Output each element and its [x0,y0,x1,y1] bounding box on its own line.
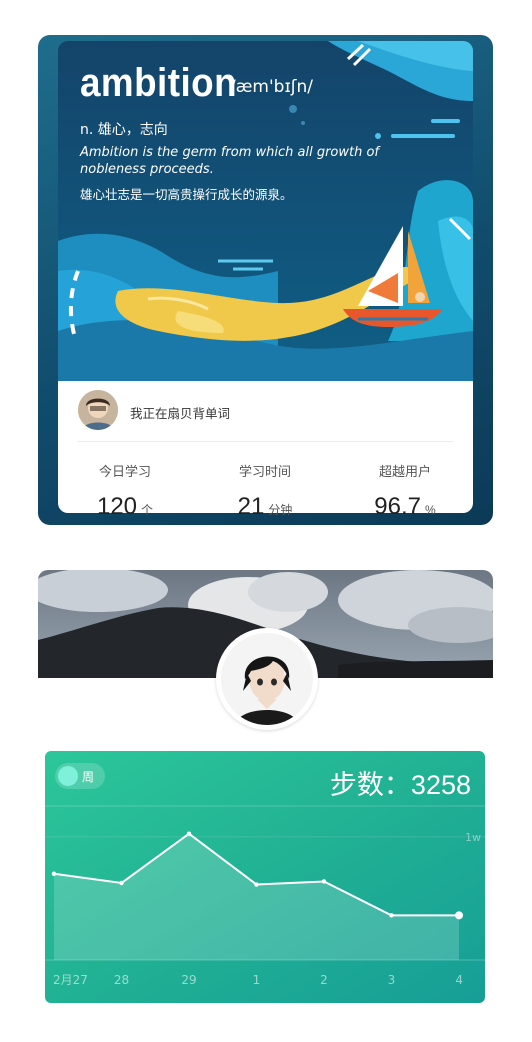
avatar[interactable] [78,390,118,430]
x-tick-label: 2 [320,973,328,987]
stat-value: 120 [96,493,138,520]
profile-avatar-image [221,633,313,725]
stat-today-words: 今日学习 120 个 [65,461,185,521]
stat-unit: 个 [141,503,154,517]
user-avatar-image [78,390,118,430]
stat-unit: 分钟 [268,503,293,517]
phonetic: /æm'bɪʃn/ [230,77,313,97]
x-tick-label: 4 [455,973,463,987]
steps-area [54,833,459,960]
x-tick-label: 1 [253,973,261,987]
steps-chart-card: 周 步数：3258 1w 2月27 28 29 1 2 3 4 [45,751,485,1003]
stat-label: 学习时间 [238,465,291,480]
data-point-3[interactable] [389,913,394,918]
example-sentence-en: Ambition is the germ from which all grow… [80,145,380,177]
data-point-29[interactable] [186,831,192,836]
stat-value-row: 120 个 [65,493,185,521]
data-point-2[interactable] [321,879,327,884]
illustration: ambition /æm'bɪʃn/ n. 雄心，志向 Ambition is … [58,41,473,381]
data-point-2月27[interactable] [51,871,57,876]
right-axis-label: 1w [465,831,481,844]
divider [78,441,453,442]
stat-unit: % [425,503,436,517]
vocab-share-card: ambition /æm'bɪʃn/ n. 雄心，志向 Ambition is … [38,35,493,525]
profile-avatar[interactable] [216,628,318,730]
share-text: 我正在扇贝背单词 [130,406,231,421]
data-point-4[interactable] [455,911,463,920]
x-tick-label: 28 [114,973,129,987]
stat-label: 今日学习 [98,465,151,480]
stat-value: 96.7 [374,493,422,520]
data-point-28[interactable] [119,880,124,886]
stat-value-row: 21 分钟 [205,493,325,521]
example-sentence-cn: 雄心壮志是一切高贵操行成长的源泉。 [80,187,293,202]
stat-label: 超越用户 [378,465,431,480]
x-tick-label: 2月27 [53,973,88,987]
word-title: ambition [80,61,238,105]
x-tick-label: 29 [181,973,196,987]
data-point-1[interactable] [254,882,259,887]
stats-panel: 我正在扇贝背单词 今日学习 120 个 学习时间 21 分钟 超越用户 96.7% [58,381,473,520]
stat-value-row: 96.7% [345,493,465,521]
stat-beat-users: 超越用户 96.7% [345,461,465,521]
stat-study-time: 学习时间 21 分钟 [205,461,325,521]
x-tick-label: 3 [388,973,396,987]
definition: n. 雄心，志向 [80,122,168,138]
steps-line-chart: 1w 2月27 28 29 1 2 3 4 [45,805,485,987]
stat-value: 21 [237,493,265,520]
